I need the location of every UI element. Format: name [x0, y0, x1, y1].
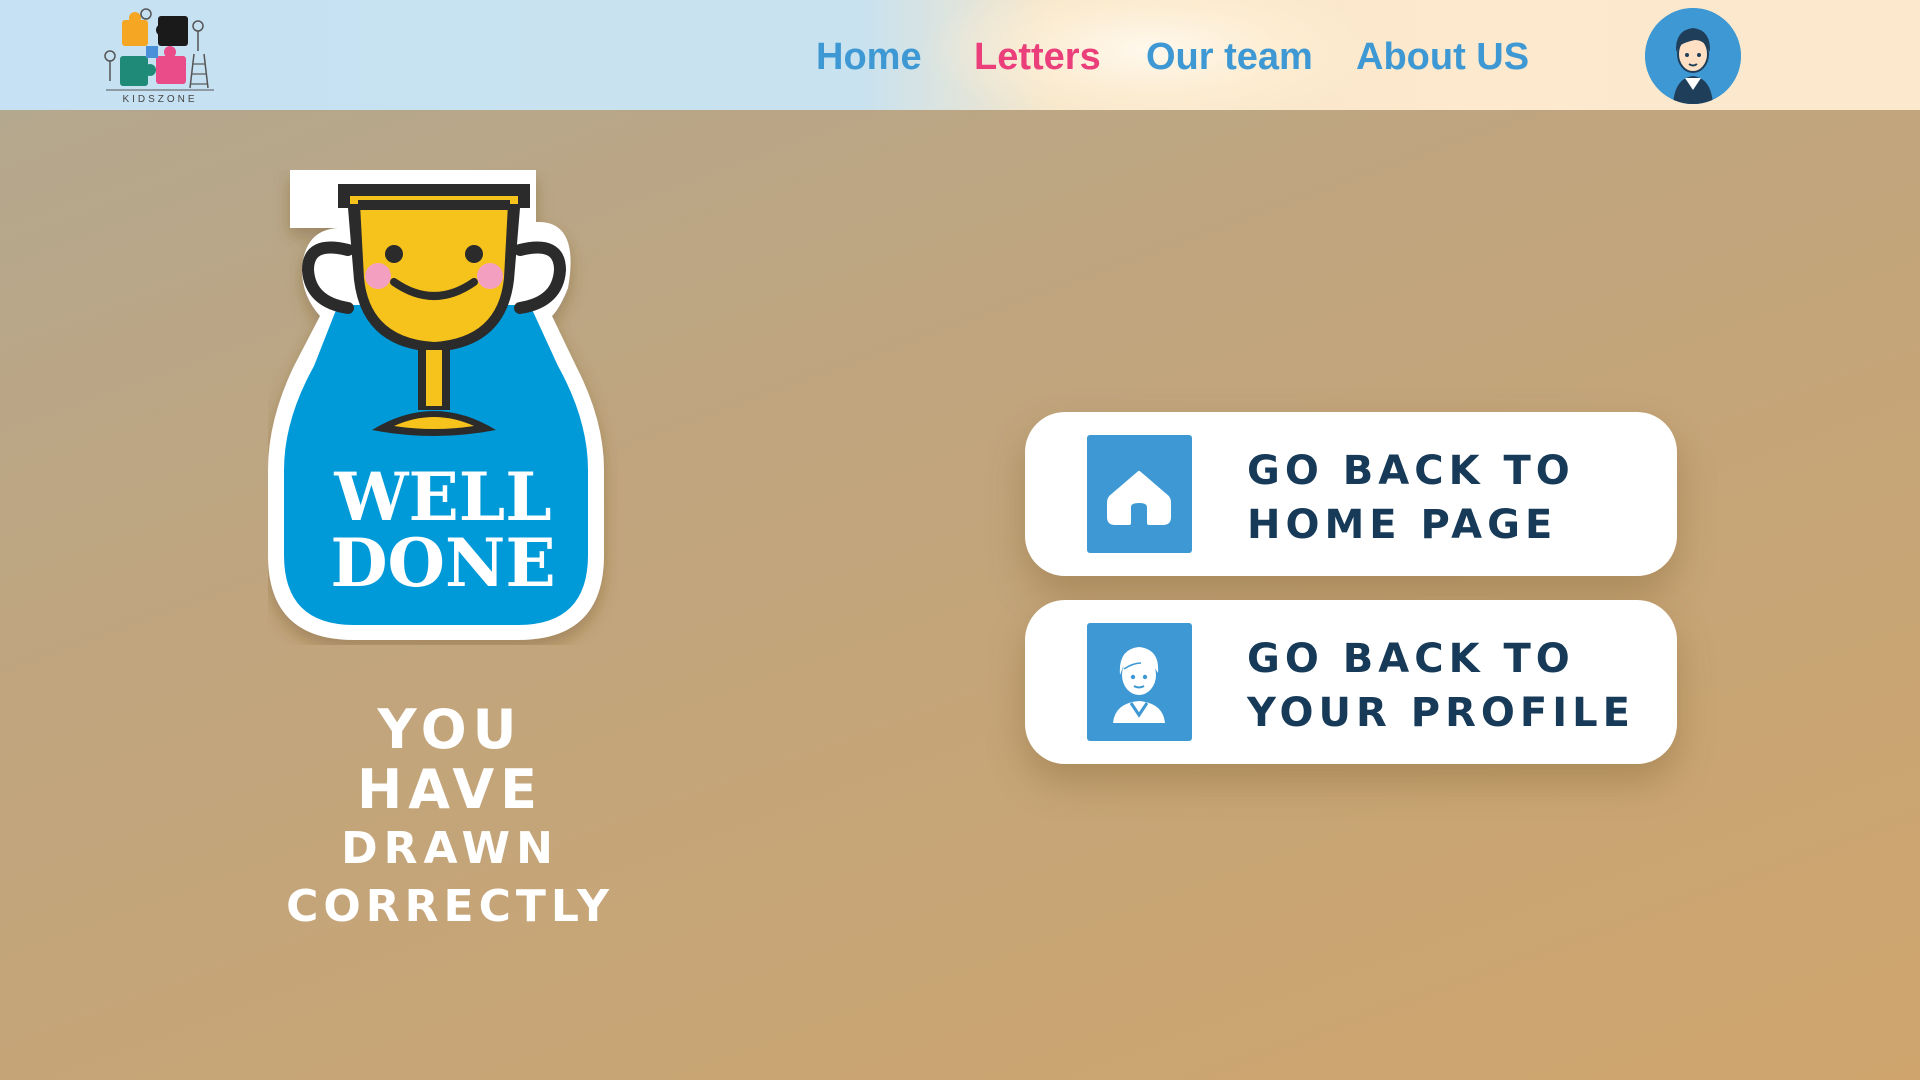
home-button-label: GO BACK TO HOME PAGE: [1247, 444, 1657, 552]
top-navigation-bar: KIDSZONE Home Letters Our team About US: [0, 0, 1920, 110]
go-back-profile-button[interactable]: GO BACK TO YOUR PROFILE: [1025, 600, 1677, 764]
nav-link-about-us[interactable]: About US: [1356, 34, 1529, 80]
profile-button-label: GO BACK TO YOUR PROFILE: [1247, 632, 1657, 740]
logo-wordmark: KIDSZONE: [122, 94, 198, 105]
nav-link-our-team[interactable]: Our team: [1146, 34, 1313, 80]
well-done-badge: WELL DONE: [268, 170, 618, 645]
message-line-have: HAVE: [357, 758, 543, 821]
go-back-home-button[interactable]: GO BACK TO HOME PAGE: [1025, 412, 1677, 576]
nav-link-letters[interactable]: Letters: [974, 34, 1101, 80]
kidszone-logo[interactable]: KIDSZONE: [100, 6, 220, 106]
home-icon: [1087, 435, 1192, 553]
puzzle-logo-icon: [104, 8, 214, 91]
nav-link-home[interactable]: Home: [816, 34, 922, 80]
badge-text-line2: DONE: [330, 524, 556, 602]
user-avatar-icon: [1645, 8, 1741, 104]
badge-text-line1: WELL: [334, 458, 552, 536]
message-line-correctly: CORRECTLY: [286, 881, 614, 932]
home-button-label-line2: HOME PAGE: [1247, 502, 1558, 548]
profile-button-label-line2: YOUR PROFILE: [1247, 690, 1635, 736]
message-line-drawn: DRAWN: [341, 823, 559, 874]
success-message: YOU HAVE DRAWN CORRECTLY: [230, 700, 670, 936]
home-button-label-line1: GO BACK TO: [1247, 448, 1575, 494]
profile-icon: [1087, 623, 1192, 741]
message-line-you: YOU: [377, 698, 523, 761]
user-avatar-button[interactable]: [1645, 8, 1741, 104]
profile-button-label-line1: GO BACK TO: [1247, 636, 1575, 682]
